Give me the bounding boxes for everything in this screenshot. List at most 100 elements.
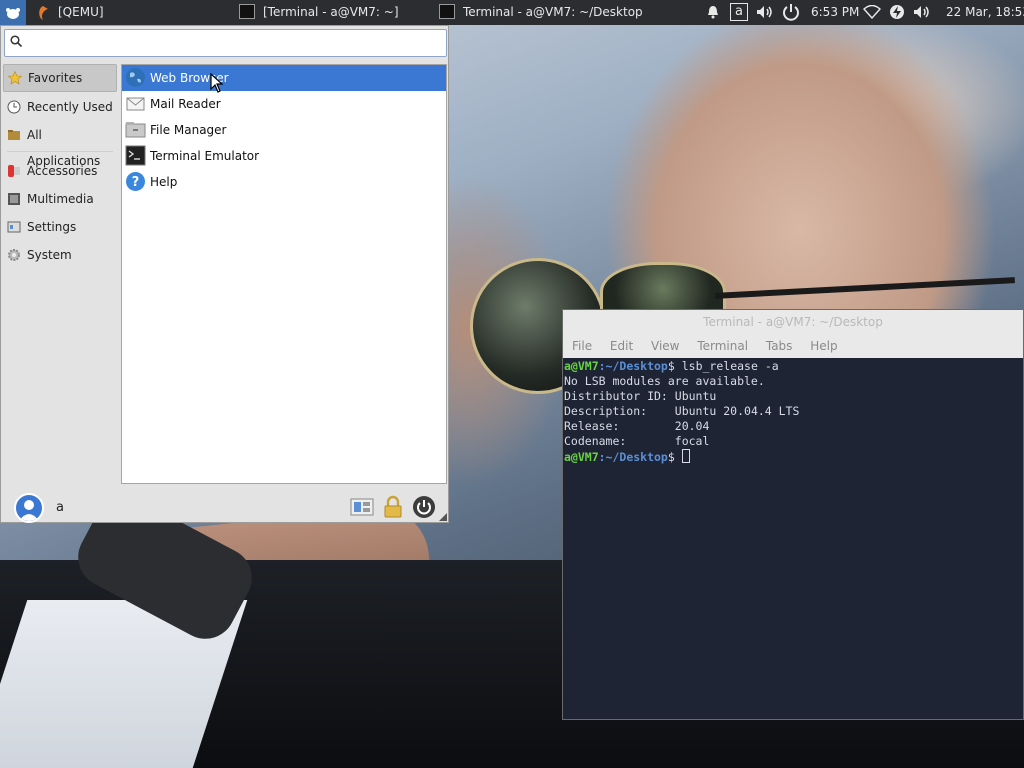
prompt-path: :~/Desktop xyxy=(598,450,668,464)
settings-icon xyxy=(7,221,21,233)
wallpaper-glasses-temple xyxy=(715,277,1015,299)
terminal-output-area[interactable]: a@VM7:~/Desktop$ lsb_release -a No LSB m… xyxy=(564,359,1022,464)
task-label: Terminal - a@VM7: ~/Desktop xyxy=(463,5,643,19)
top-panel: [QEMU] [Terminal - a@VM7: ~] Terminal - … xyxy=(0,0,1024,25)
application-list: Web Browser Mail Reader File Manager Ter… xyxy=(121,64,447,484)
file-manager-icon xyxy=(125,122,146,138)
resize-grip[interactable] xyxy=(439,513,447,521)
menu-terminal[interactable]: Terminal xyxy=(697,334,748,358)
multimedia-icon xyxy=(8,193,20,205)
wifi-icon[interactable] xyxy=(862,0,882,25)
task-qemu[interactable]: [QEMU] xyxy=(36,0,104,25)
category-label: Multimedia xyxy=(27,192,94,206)
category-label: Settings xyxy=(27,220,77,234)
panel-time[interactable]: 6:53 PM xyxy=(811,0,859,25)
user-icon xyxy=(19,500,39,521)
category-favorites[interactable]: Favorites xyxy=(3,64,117,92)
task-terminal-home[interactable]: [Terminal - a@VM7: ~] xyxy=(239,0,399,25)
mouse-pointer-icon xyxy=(210,73,224,93)
command-text: lsb_release -a xyxy=(674,359,779,373)
user-avatar xyxy=(14,493,44,523)
app-label: Help xyxy=(150,175,178,189)
keyboard-layout-label: a xyxy=(730,3,748,21)
system-gear-icon xyxy=(8,249,20,261)
terminal-icon xyxy=(439,4,455,19)
star-icon xyxy=(8,71,22,85)
app-file-manager[interactable]: File Manager xyxy=(122,117,446,143)
clock-icon xyxy=(7,100,21,114)
task-label: [QEMU] xyxy=(58,5,104,19)
mail-icon xyxy=(126,97,145,111)
prompt-symbol: $ xyxy=(667,450,675,464)
output-line: Release: 20.04 xyxy=(564,419,1022,434)
category-label: Accessories xyxy=(27,164,98,178)
output-text: Description: Ubuntu 20.04.4 LTS xyxy=(564,404,800,418)
folder-icon xyxy=(8,130,20,140)
app-terminal-emulator[interactable]: Terminal Emulator xyxy=(122,143,446,169)
power-icon xyxy=(413,496,435,518)
xfce-mouse-icon xyxy=(6,7,20,19)
svg-text:?: ? xyxy=(132,175,140,190)
terminal-icon xyxy=(125,145,146,166)
terminal-icon xyxy=(239,4,255,19)
terminal-command-line: a@VM7:~/Desktop$ lsb_release -a xyxy=(564,359,1022,374)
terminal-titlebar[interactable]: Terminal - a@VM7: ~/Desktop xyxy=(563,310,1023,334)
notification-bell-icon[interactable] xyxy=(704,0,722,25)
terminal-menubar: File Edit View Terminal Tabs Help xyxy=(563,334,1023,358)
menu-view[interactable]: View xyxy=(651,334,679,358)
menu-help[interactable]: Help xyxy=(810,334,837,358)
settings-manager-button[interactable] xyxy=(350,495,374,519)
app-label: Terminal Emulator xyxy=(150,149,260,163)
output-line: Codename: focal xyxy=(564,434,1022,449)
category-multimedia[interactable]: Multimedia xyxy=(3,186,117,212)
keyboard-layout-indicator[interactable]: a xyxy=(728,0,750,25)
category-list: Favorites Recently Used All Applications… xyxy=(3,64,117,270)
volume-icon[interactable] xyxy=(754,0,776,25)
prompt-user: a@VM7 xyxy=(564,450,599,464)
menu-tabs[interactable]: Tabs xyxy=(766,334,793,358)
category-label: Recently Used xyxy=(27,100,113,114)
category-settings[interactable]: Settings xyxy=(3,214,117,240)
category-all-applications[interactable]: All Applications xyxy=(3,122,117,168)
category-label: System xyxy=(27,248,72,262)
prompt-path: :~/Desktop xyxy=(598,359,668,373)
power-icon[interactable] xyxy=(780,0,802,25)
category-recently-used[interactable]: Recently Used xyxy=(3,94,117,120)
app-help[interactable]: ? Help xyxy=(122,169,446,195)
whisker-menu: Favorites Recently Used All Applications… xyxy=(0,25,449,523)
output-line: Distributor ID: Ubuntu xyxy=(564,389,1022,404)
logout-button[interactable] xyxy=(412,495,436,519)
category-system[interactable]: System xyxy=(3,242,117,268)
globe-icon xyxy=(126,68,145,87)
output-text: Codename: focal xyxy=(564,434,710,448)
username-label: a xyxy=(56,500,64,515)
lock-screen-button[interactable] xyxy=(381,495,405,519)
text-cursor xyxy=(681,449,690,463)
prompt-user: a@VM7 xyxy=(564,359,599,373)
help-icon: ? xyxy=(126,172,145,191)
app-mail-reader[interactable]: Mail Reader xyxy=(122,91,446,117)
lock-icon xyxy=(384,495,402,518)
output-text: Release: 20.04 xyxy=(564,419,710,433)
category-label: Favorites xyxy=(28,71,83,85)
volume-icon[interactable] xyxy=(911,0,933,25)
task-terminal-desktop[interactable]: Terminal - a@VM7: ~/Desktop xyxy=(439,0,643,25)
battery-charge-icon[interactable] xyxy=(887,0,907,25)
search-input[interactable] xyxy=(27,33,441,55)
accessories-icon xyxy=(8,165,20,177)
prompt-symbol: $ xyxy=(667,359,675,373)
applications-menu-button[interactable] xyxy=(0,0,26,25)
output-text: Distributor ID: Ubuntu xyxy=(564,389,717,403)
category-accessories[interactable]: Accessories xyxy=(3,158,117,184)
panel-clock[interactable]: 22 Mar, 18:53 xyxy=(946,0,1024,25)
menu-footer: a xyxy=(1,488,448,523)
settings-manager-icon xyxy=(350,498,374,516)
menu-edit[interactable]: Edit xyxy=(610,334,633,358)
terminal-title: Terminal - a@VM7: ~/Desktop xyxy=(703,315,883,329)
menu-file[interactable]: File xyxy=(572,334,592,358)
output-line: Description: Ubuntu 20.04.4 LTS xyxy=(564,404,1022,419)
app-web-browser[interactable]: Web Browser xyxy=(122,65,446,93)
terminal-window: Terminal - a@VM7: ~/Desktop File Edit Vi… xyxy=(562,309,1024,720)
search-box[interactable] xyxy=(4,29,447,57)
app-label: Mail Reader xyxy=(150,97,221,111)
